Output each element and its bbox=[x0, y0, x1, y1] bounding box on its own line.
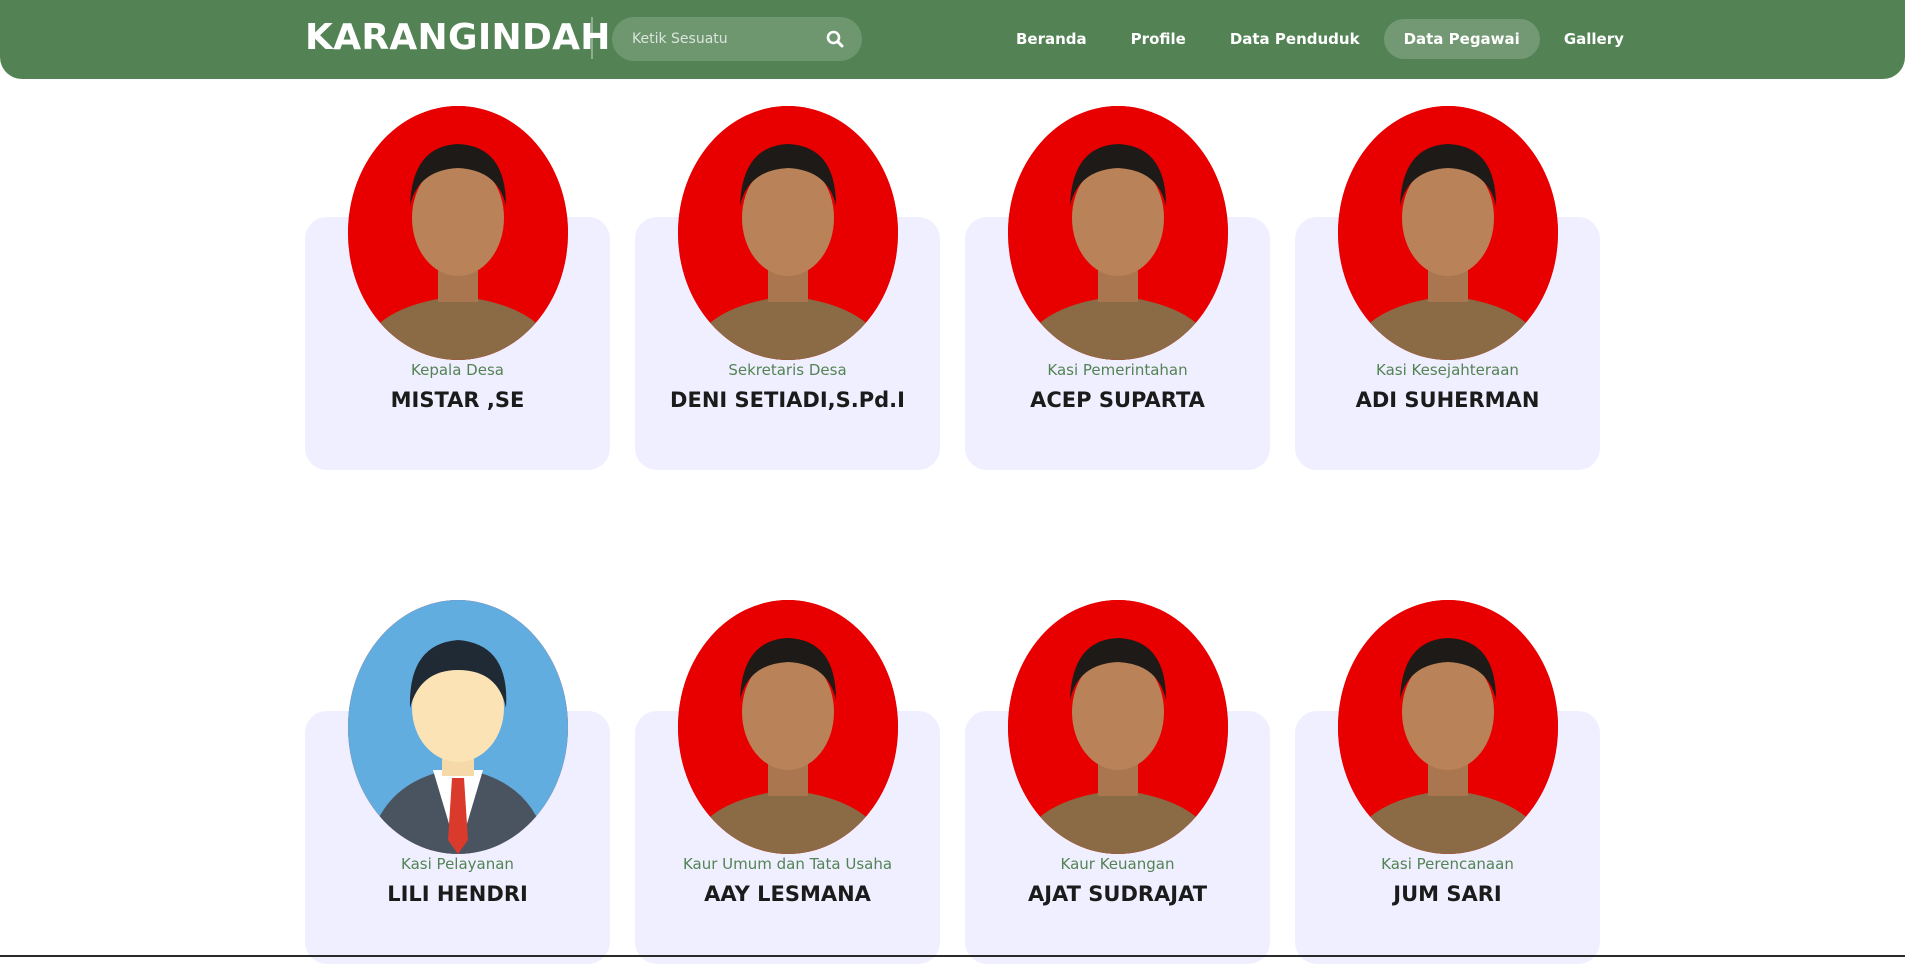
staff-card: Kasi Kesejahteraan ADI SUHERMAN bbox=[1295, 106, 1600, 470]
portrait-image bbox=[1338, 106, 1558, 360]
staff-photo bbox=[1008, 106, 1228, 360]
search-box bbox=[612, 17, 862, 61]
staff-card: Kasi Perencanaan JUM SARI bbox=[1295, 600, 1600, 964]
staff-name: AJAT SUDRAJAT bbox=[1027, 882, 1208, 906]
brand-divider bbox=[591, 17, 593, 59]
staff-card: Kasi Pelayanan LILI HENDRI bbox=[305, 600, 610, 964]
portrait-image bbox=[1008, 106, 1228, 360]
nav-data-penduduk[interactable]: Data Penduduk bbox=[1210, 19, 1380, 59]
default-avatar-icon bbox=[348, 600, 568, 854]
staff-role: Kasi Perencanaan bbox=[1381, 855, 1514, 873]
staff-photo bbox=[1338, 106, 1558, 360]
nav-beranda[interactable]: Beranda bbox=[996, 19, 1107, 59]
portrait-image bbox=[1008, 600, 1228, 854]
portrait-image bbox=[348, 106, 568, 360]
portrait-image bbox=[678, 106, 898, 360]
staff-role: Kaur Keuangan bbox=[1060, 855, 1175, 873]
staff-name: ADI SUHERMAN bbox=[1355, 388, 1540, 412]
staff-name: ACEP SUPARTA bbox=[1030, 388, 1205, 412]
site-brand[interactable]: KARANGINDAH bbox=[305, 15, 611, 61]
nav-profile[interactable]: Profile bbox=[1111, 19, 1206, 59]
staff-role: Kasi Kesejahteraan bbox=[1376, 361, 1519, 379]
search-icon[interactable] bbox=[825, 29, 845, 49]
staff-card: Kepala Desa MISTAR ,SE bbox=[305, 106, 610, 470]
staff-name: LILI HENDRI bbox=[387, 882, 528, 906]
search-input[interactable] bbox=[632, 17, 817, 61]
nav-gallery[interactable]: Gallery bbox=[1544, 19, 1644, 59]
staff-photo bbox=[348, 106, 568, 360]
staff-photo bbox=[678, 600, 898, 854]
staff-card: Kasi Pemerintahan ACEP SUPARTA bbox=[965, 106, 1270, 470]
staff-photo bbox=[1008, 600, 1228, 854]
staff-name: JUM SARI bbox=[1393, 882, 1502, 906]
nav-data-pegawai[interactable]: Data Pegawai bbox=[1383, 19, 1540, 59]
staff-card: Sekretaris Desa DENI SETIADI,S.Pd.I bbox=[635, 106, 940, 470]
staff-name: DENI SETIADI,S.Pd.I bbox=[670, 388, 905, 412]
portrait-image bbox=[678, 600, 898, 854]
staff-photo-placeholder bbox=[348, 600, 568, 854]
staff-name: AAY LESMANA bbox=[704, 882, 871, 906]
staff-card: Kaur Umum dan Tata Usaha AAY LESMANA bbox=[635, 600, 940, 964]
staff-role: Kaur Umum dan Tata Usaha bbox=[682, 855, 893, 873]
staff-card: Kaur Keuangan AJAT SUDRAJAT bbox=[965, 600, 1270, 964]
staff-photo bbox=[678, 106, 898, 360]
staff-name: MISTAR ,SE bbox=[390, 388, 525, 412]
staff-role: Kasi Pemerintahan bbox=[1047, 361, 1188, 379]
staff-photo bbox=[1338, 600, 1558, 854]
main-nav: Beranda Profile Data Penduduk Data Pegaw… bbox=[996, 19, 1644, 59]
staff-role: Kepala Desa bbox=[411, 361, 504, 379]
staff-role: Kasi Pelayanan bbox=[401, 855, 514, 873]
portrait-image bbox=[1338, 600, 1558, 854]
staff-role: Sekretaris Desa bbox=[728, 361, 847, 379]
top-navbar: KARANGINDAH Beranda Profile Data Pendudu… bbox=[0, 0, 1905, 79]
